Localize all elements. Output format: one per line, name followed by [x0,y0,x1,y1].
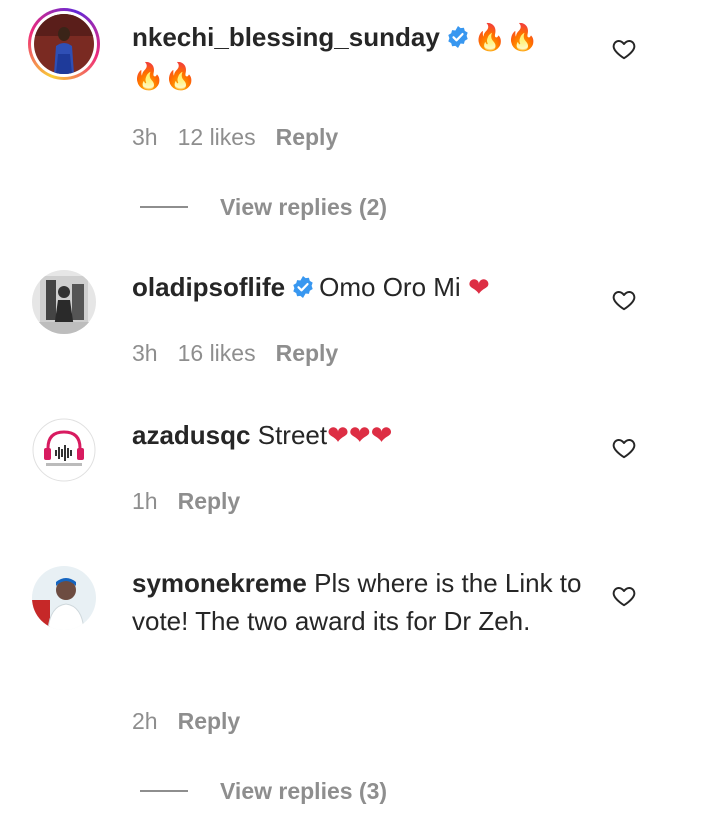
comment-meta: 3h 16 likes Reply [132,340,358,367]
heart-outline-icon [612,587,636,607]
view-replies-button[interactable]: View replies (3) [140,776,387,806]
avatar-image [32,270,96,334]
avatar-image [32,566,96,630]
comment-meta: 3h 12 likes Reply [132,124,358,151]
comment-meta: 1h Reply [132,488,260,515]
comment-text: Omo Oro Mi [319,272,461,302]
comment-body: nkechi_blessing_sunday 🔥🔥 🔥🔥 [132,18,592,96]
heart-emoji-icon: ❤❤❤ [327,421,393,451]
comment-text: Street [257,420,328,450]
avatar[interactable] [28,8,100,80]
like-button[interactable] [611,287,637,313]
like-button[interactable] [611,583,637,609]
comment-username[interactable]: azadusqc [132,420,251,450]
reply-button[interactable]: Reply [178,488,241,514]
comment-username[interactable]: nkechi_blessing_sunday [132,22,440,52]
heart-outline-icon [612,40,636,60]
comment-time: 1h [132,488,158,514]
comment-body: symonekreme Pls where is the Link to vot… [132,564,592,640]
reply-button[interactable]: Reply [276,124,339,150]
view-replies-label: View replies (2) [220,193,388,220]
reply-button[interactable]: Reply [276,340,339,366]
heart-emoji-icon: ❤ [467,273,490,303]
avatar[interactable] [32,270,96,334]
avatar-image [32,418,96,482]
comment-time: 3h [132,340,158,366]
view-replies-label: View replies (3) [220,777,388,804]
heart-outline-icon [612,439,636,459]
heart-outline-icon [612,291,636,311]
comment-meta: 2h Reply [132,708,260,735]
comment-time: 2h [132,708,158,734]
comment-body: oladipsoflife Omo Oro Mi ❤ [132,268,592,307]
comment-likes[interactable]: 16 likes [178,340,256,366]
comment-time: 3h [132,124,158,150]
comment-username[interactable]: oladipsoflife [132,272,285,302]
avatar[interactable] [32,418,96,482]
like-button[interactable] [611,435,637,461]
comment-username[interactable]: symonekreme [132,568,307,598]
view-replies-button[interactable]: View replies (2) [140,192,387,222]
reply-button[interactable]: Reply [178,708,241,734]
like-button[interactable] [611,36,637,62]
comment-likes[interactable]: 12 likes [178,124,256,150]
avatar[interactable] [32,566,96,630]
verified-badge-icon [448,26,468,48]
verified-badge-icon [293,276,313,298]
comment-body: azadusqc Street❤❤❤ [132,416,592,455]
avatar-image [34,14,94,74]
divider-line [140,790,188,792]
divider-line [140,206,188,208]
